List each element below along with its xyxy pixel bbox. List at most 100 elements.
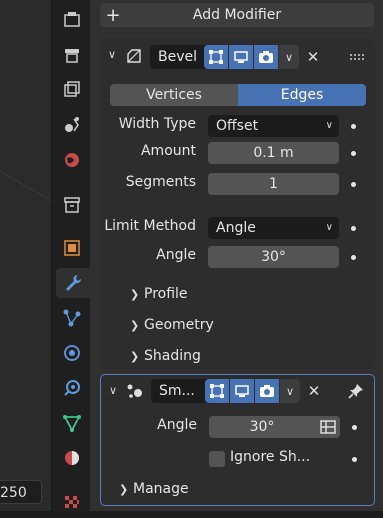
- chevron-right-icon: ❯: [119, 483, 129, 496]
- subpanel-shading-label: Shading: [144, 348, 201, 364]
- bevel-header: ∨ Bevel ∨ ✕: [100, 39, 375, 73]
- drag-grip-icon: [350, 54, 364, 60]
- texture-icon: [65, 496, 79, 508]
- properties-tabs: [52, 0, 90, 511]
- physics-icon: [64, 345, 80, 361]
- mesh-data-icon: [63, 415, 81, 432]
- amount-field[interactable]: 0.1 m: [208, 142, 339, 164]
- tab-particles[interactable]: [56, 303, 88, 333]
- keyframe-dot-icon[interactable]: [351, 255, 356, 260]
- bevel-modifier-icon: [127, 49, 141, 63]
- limit-method-select[interactable]: Angle ∨: [208, 217, 339, 239]
- collapse-chevron-icon[interactable]: ∨: [108, 48, 116, 61]
- keyframe-dot-icon[interactable]: [352, 425, 357, 430]
- smooth-modifier-card: ∨ Sm... ∨ ✕ Angle 30° Ignore Sh... ❯ Man…: [100, 374, 375, 506]
- subpanel-manage-label: Manage: [133, 481, 189, 497]
- amount-label: Amount: [140, 143, 196, 159]
- smooth-angle-field[interactable]: 30°: [209, 416, 315, 438]
- tab-render[interactable]: [56, 5, 88, 35]
- camera-icon: [260, 385, 274, 397]
- geometry-nodes-icon: [127, 384, 142, 398]
- render-toggle[interactable]: [255, 379, 279, 403]
- chevron-down-icon: ∨: [285, 384, 295, 398]
- chevron-right-icon: ❯: [130, 350, 140, 363]
- tab-collection[interactable]: [56, 190, 88, 220]
- edit-mode-toggle[interactable]: [205, 379, 229, 403]
- particles-icon: [63, 309, 81, 327]
- subpanel-profile[interactable]: ❯ Profile: [130, 286, 188, 302]
- keyframe-dot-icon[interactable]: [351, 226, 356, 231]
- affect-vertices-button[interactable]: Vertices: [110, 84, 238, 106]
- chevron-right-icon: ❯: [130, 319, 140, 332]
- subpanel-shading[interactable]: ❯ Shading: [130, 348, 201, 364]
- ignore-sharp-label: Ignore Sh...: [230, 449, 311, 465]
- ignore-sharp-checkbox[interactable]: [209, 451, 225, 467]
- plus-icon: +: [105, 4, 121, 26]
- tab-data[interactable]: [56, 408, 88, 438]
- tab-scene[interactable]: [56, 110, 88, 140]
- tab-object[interactable]: [56, 233, 88, 263]
- delete-modifier-button[interactable]: ✕: [303, 379, 325, 403]
- keyframe-dot-icon[interactable]: [351, 151, 356, 156]
- subpanel-geometry-label: Geometry: [144, 317, 214, 333]
- keyframe-dot-icon[interactable]: [351, 182, 356, 187]
- viewport-3d[interactable]: 250: [0, 0, 52, 511]
- delete-modifier-button[interactable]: ✕: [302, 45, 324, 69]
- affect-toggle: Vertices Edges: [110, 84, 366, 106]
- keyframe-dot-icon[interactable]: [352, 457, 357, 462]
- angle-field[interactable]: 30°: [208, 246, 339, 268]
- edit-mode-icon: [210, 384, 224, 398]
- close-icon: ✕: [307, 382, 321, 400]
- chevron-right-icon: ❯: [130, 288, 140, 301]
- width-type-value: Offset: [216, 118, 259, 134]
- monitor-icon: [235, 385, 249, 397]
- subpanel-geometry[interactable]: ❯ Geometry: [130, 317, 214, 333]
- view-layer-icon: [64, 81, 80, 97]
- render-toggle[interactable]: [254, 45, 278, 69]
- output-icon: [65, 49, 79, 63]
- tab-modifiers[interactable]: [56, 268, 90, 298]
- edit-mode-toggle[interactable]: [204, 45, 228, 69]
- tab-world[interactable]: [56, 145, 88, 175]
- frame-field[interactable]: 250: [0, 480, 42, 504]
- viewport-display-toggle[interactable]: [230, 379, 254, 403]
- add-modifier-label: Add Modifier: [192, 7, 282, 23]
- chevron-down-icon: ∨: [325, 222, 333, 233]
- tab-texture[interactable]: [56, 488, 88, 518]
- drag-handle[interactable]: [346, 45, 368, 69]
- modifier-panel: + Add Modifier ∨ Bevel ∨ ✕ Vertices Edge…: [90, 0, 383, 511]
- tab-output[interactable]: [56, 40, 88, 70]
- scene-icon: [65, 117, 79, 132]
- bevel-modifier-card: ∨ Bevel ∨ ✕ Vertices Edges Width Type Of…: [100, 39, 375, 369]
- viewport-grid-line: [0, 165, 52, 206]
- render-icon: [64, 12, 80, 27]
- affect-edges-button[interactable]: Edges: [238, 84, 366, 106]
- close-icon: ✕: [306, 48, 320, 66]
- camera-icon: [259, 51, 273, 63]
- add-modifier-button[interactable]: + Add Modifier: [100, 3, 374, 27]
- tab-view-layer[interactable]: [56, 75, 88, 105]
- constraints-icon: [64, 380, 80, 396]
- angle-label: Angle: [156, 247, 196, 263]
- monitor-icon: [234, 51, 248, 63]
- tab-physics[interactable]: [56, 338, 88, 368]
- tab-constraints[interactable]: [56, 373, 88, 403]
- width-type-select[interactable]: Offset ∨: [208, 115, 339, 137]
- smooth-header: ∨ Sm... ∨ ✕: [101, 375, 374, 409]
- viewport-display-toggle[interactable]: [229, 45, 253, 69]
- modifier-extras-dropdown[interactable]: ∨: [280, 379, 300, 403]
- tab-material[interactable]: [56, 443, 88, 473]
- subpanel-profile-label: Profile: [144, 286, 188, 302]
- subpanel-manage[interactable]: ❯ Manage: [119, 481, 189, 497]
- limit-method-value: Angle: [216, 220, 256, 236]
- pin-button[interactable]: [345, 379, 367, 403]
- modifier-extras-dropdown[interactable]: ∨: [279, 45, 299, 69]
- pin-icon: [348, 384, 363, 399]
- keyframe-dot-icon[interactable]: [351, 124, 356, 129]
- material-icon: [65, 451, 79, 465]
- segments-field[interactable]: 1: [208, 173, 339, 195]
- attribute-toggle-button[interactable]: [315, 416, 340, 438]
- chevron-down-icon: ∨: [325, 120, 333, 131]
- width-type-label: Width Type: [118, 116, 196, 132]
- collapse-chevron-icon[interactable]: ∨: [109, 384, 117, 397]
